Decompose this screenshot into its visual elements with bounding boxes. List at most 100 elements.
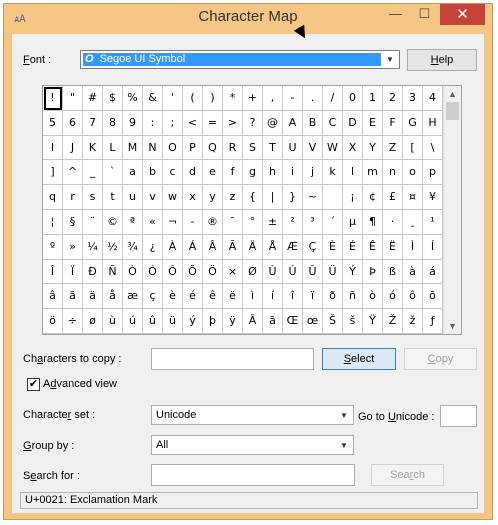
character-cell[interactable]: ø bbox=[83, 309, 103, 334]
character-cell[interactable]: f bbox=[223, 160, 243, 186]
character-cell[interactable]: , bbox=[263, 86, 283, 111]
character-cell[interactable]: È bbox=[323, 234, 343, 260]
character-cell[interactable]: q bbox=[43, 185, 63, 210]
character-cell[interactable]: Ü bbox=[323, 259, 343, 285]
character-cell[interactable]: « bbox=[143, 209, 163, 235]
character-cell[interactable]: ? bbox=[243, 110, 263, 136]
character-cell[interactable]: ) bbox=[203, 86, 223, 111]
character-cell[interactable]: å bbox=[103, 284, 123, 310]
character-cell[interactable]: ë bbox=[223, 284, 243, 310]
character-cell[interactable]: D bbox=[343, 110, 363, 136]
character-cell[interactable]: § bbox=[63, 209, 83, 235]
character-cell[interactable]: u bbox=[123, 185, 143, 210]
character-cell[interactable]: ¸ bbox=[403, 209, 423, 235]
character-cell[interactable]: ¦ bbox=[43, 209, 63, 235]
character-cell[interactable]: ö bbox=[43, 309, 63, 334]
character-cell[interactable]: 5 bbox=[43, 110, 63, 136]
character-cell[interactable]: Š bbox=[323, 309, 343, 334]
character-cell[interactable]: X bbox=[343, 135, 363, 161]
character-cell[interactable]: £ bbox=[383, 185, 403, 210]
character-cell[interactable]: þ bbox=[203, 309, 223, 334]
title-bar[interactable]: 🗚 Character Map — ☐ ✕ bbox=[4, 4, 492, 34]
character-cell[interactable]: ° bbox=[243, 209, 263, 235]
character-cell[interactable]: ¶ bbox=[363, 209, 383, 235]
character-cell[interactable]: æ bbox=[123, 284, 143, 310]
character-cell[interactable]: Â bbox=[203, 234, 223, 260]
character-cell[interactable]: Ã bbox=[223, 234, 243, 260]
character-cell[interactable]: Ó bbox=[143, 259, 163, 285]
character-cell[interactable]: V bbox=[303, 135, 323, 161]
character-set-dropdown[interactable]: Unicode ▼ bbox=[151, 405, 354, 425]
character-cell[interactable]: c bbox=[163, 160, 183, 186]
character-cell[interactable]: } bbox=[283, 185, 303, 210]
character-cell[interactable]: n bbox=[383, 160, 403, 186]
character-cell[interactable]: l bbox=[343, 160, 363, 186]
character-cell[interactable]: Ä bbox=[243, 234, 263, 260]
character-cell[interactable]: ¬ bbox=[163, 209, 183, 235]
character-cell[interactable]: š bbox=[343, 309, 363, 334]
select-button[interactable]: Select bbox=[322, 348, 396, 370]
character-cell[interactable]: í bbox=[263, 284, 283, 310]
character-cell[interactable]: á bbox=[423, 259, 443, 285]
character-cell[interactable]: 9 bbox=[123, 110, 143, 136]
character-cell[interactable]: ª bbox=[123, 209, 143, 235]
character-cell[interactable]: - bbox=[183, 209, 203, 235]
character-cell[interactable]: Ì bbox=[403, 234, 423, 260]
character-cell[interactable]: Ò bbox=[123, 259, 143, 285]
character-cell[interactable]: \ bbox=[423, 135, 443, 161]
character-cell[interactable]: T bbox=[263, 135, 283, 161]
advanced-view-checkbox[interactable]: ✔ bbox=[27, 378, 40, 391]
character-cell[interactable]: I bbox=[43, 135, 63, 161]
character-cell[interactable]: ¹ bbox=[423, 209, 443, 235]
character-cell[interactable]: ý bbox=[183, 309, 203, 334]
close-button[interactable]: ✕ bbox=[440, 4, 485, 25]
character-cell[interactable]: · bbox=[383, 209, 403, 235]
character-cell[interactable]: ù bbox=[103, 309, 123, 334]
character-cell[interactable]: 4 bbox=[423, 86, 443, 111]
character-cell[interactable]: ´ bbox=[323, 209, 343, 235]
character-cell[interactable]: " bbox=[63, 86, 83, 111]
character-cell[interactable]: Ú bbox=[283, 259, 303, 285]
character-cell[interactable]: J bbox=[63, 135, 83, 161]
character-cell[interactable]: ü bbox=[163, 309, 183, 334]
character-cell[interactable]: Ñ bbox=[103, 259, 123, 285]
search-for-input[interactable] bbox=[151, 464, 355, 486]
character-cell[interactable]: H bbox=[423, 110, 443, 136]
character-cell[interactable]: Z bbox=[383, 135, 403, 161]
character-cell[interactable]: î bbox=[283, 284, 303, 310]
character-cell[interactable]: > bbox=[223, 110, 243, 136]
character-cell[interactable]: 6 bbox=[63, 110, 83, 136]
character-cell[interactable]: Ç bbox=[303, 234, 323, 260]
advanced-view-label[interactable]: Advanced view bbox=[43, 378, 117, 390]
character-cell[interactable]: g bbox=[243, 160, 263, 186]
character-cell[interactable]: 3 bbox=[403, 86, 423, 111]
character-cell[interactable]: Æ bbox=[283, 234, 303, 260]
character-cell[interactable]: ç bbox=[143, 284, 163, 310]
character-cell[interactable]: º bbox=[43, 234, 63, 260]
character-cell[interactable]: ¾ bbox=[123, 234, 143, 260]
character-cell[interactable]: è bbox=[163, 284, 183, 310]
character-cell[interactable]: ¨ bbox=[83, 209, 103, 235]
character-cell[interactable]: ` bbox=[103, 160, 123, 186]
vertical-scrollbar[interactable]: ▲ ▼ bbox=[443, 86, 461, 334]
character-cell[interactable]: Q bbox=[203, 135, 223, 161]
character-cell[interactable]: R bbox=[223, 135, 243, 161]
character-cell[interactable]: É bbox=[343, 234, 363, 260]
character-cell[interactable]: < bbox=[183, 110, 203, 136]
character-cell[interactable]: ½ bbox=[103, 234, 123, 260]
character-cell[interactable]: µ bbox=[343, 209, 363, 235]
character-cell[interactable]: ÿ bbox=[223, 309, 243, 334]
character-cell[interactable]: ! bbox=[43, 86, 63, 111]
character-cell[interactable]: Ù bbox=[263, 259, 283, 285]
character-cell[interactable]: ê bbox=[203, 284, 223, 310]
character-cell[interactable]: Î bbox=[43, 259, 63, 285]
character-cell[interactable]: ó bbox=[383, 284, 403, 310]
character-cell[interactable]: y bbox=[203, 185, 223, 210]
character-cell[interactable]: Õ bbox=[183, 259, 203, 285]
character-cell[interactable]: ¿ bbox=[143, 234, 163, 260]
character-cell[interactable]: Á bbox=[183, 234, 203, 260]
character-cell[interactable]: Ö bbox=[203, 259, 223, 285]
character-cell[interactable]: a bbox=[123, 160, 143, 186]
font-dropdown[interactable]: O Segoe UI Symbol ▼ bbox=[80, 50, 400, 69]
characters-to-copy-input[interactable] bbox=[151, 348, 314, 370]
